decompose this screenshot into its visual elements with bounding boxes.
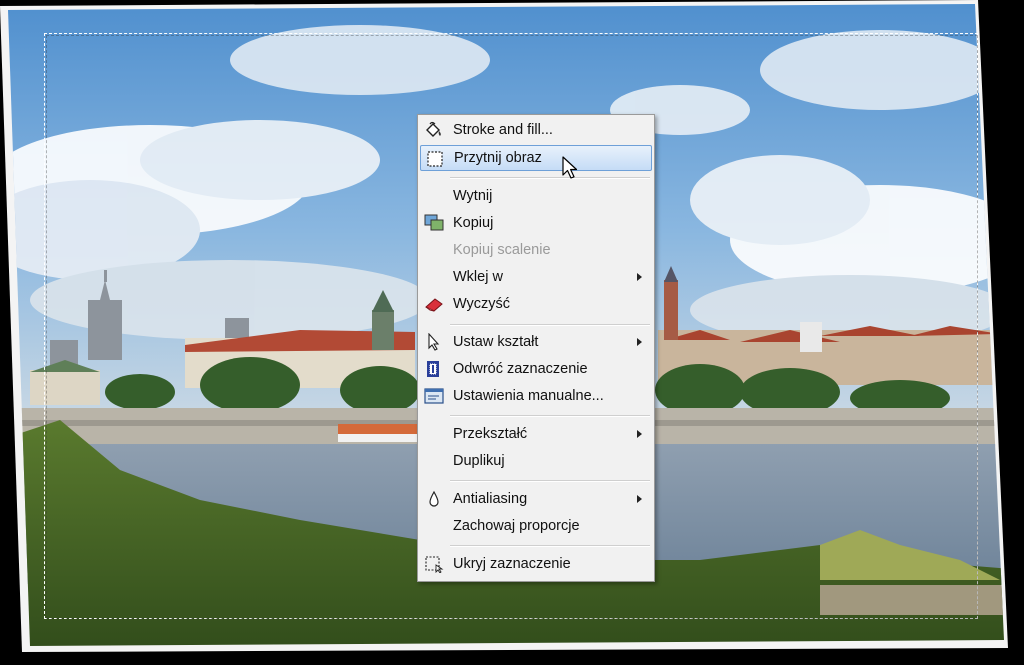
menu-item-label: Kopiuj scalenie [453, 242, 551, 258]
menu-item-label: Przytnij obraz [454, 150, 542, 166]
context-menu: Stroke and fill... Przytnij obraz Wytnij… [417, 114, 655, 582]
pointer-icon [428, 333, 440, 351]
manual-settings-icon [424, 388, 444, 404]
copy-image-icon [424, 214, 444, 231]
menu-item-label: Ustaw kształt [453, 334, 539, 350]
eraser-icon [425, 298, 443, 312]
menu-item-crop-image[interactable]: Przytnij obraz [420, 145, 652, 171]
mouse-cursor-icon [562, 156, 578, 179]
menu-item-manual-settings[interactable]: Ustawienia manualne... [420, 383, 652, 409]
menu-item-clear[interactable]: Wyczyść [420, 291, 652, 317]
hide-selection-icon [425, 556, 444, 573]
menu-item-label: Wytnij [453, 188, 493, 204]
menu-item-label: Duplikuj [453, 453, 505, 469]
menu-item-label: Kopiuj [453, 215, 494, 231]
menu-item-label: Przekształć [453, 426, 528, 442]
menu-item-antialiasing[interactable]: Antialiasing [420, 486, 652, 512]
menu-item-copy[interactable]: Kopiuj [420, 210, 652, 236]
menu-item-label: Wyczyść [453, 296, 511, 312]
menu-item-transform[interactable]: Przekształć [420, 421, 652, 447]
menu-item-label: Odwróć zaznaczenie [453, 361, 588, 377]
submenu-arrow-icon [637, 430, 642, 438]
menu-item-cut[interactable]: Wytnij [420, 183, 652, 209]
submenu-arrow-icon [637, 273, 642, 281]
menu-separator [450, 177, 650, 179]
menu-separator [450, 324, 650, 326]
droplet-icon [429, 490, 439, 507]
menu-item-duplicate[interactable]: Duplikuj [420, 448, 652, 474]
menu-item-label: Wklej w [453, 269, 503, 285]
menu-separator [450, 415, 650, 417]
menu-item-invert-selection[interactable]: Odwróć zaznaczenie [420, 356, 652, 382]
menu-item-copy-merged[interactable]: Kopiuj scalenie [420, 237, 652, 263]
menu-separator [450, 545, 650, 547]
menu-item-label: Antialiasing [453, 491, 528, 507]
menu-item-label: Ukryj zaznaczenie [453, 556, 571, 572]
submenu-arrow-icon [637, 338, 642, 346]
menu-item-set-shape[interactable]: Ustaw kształt [420, 329, 652, 355]
paint-bucket-icon [426, 121, 441, 137]
menu-item-label: Ustawienia manualne... [453, 388, 604, 404]
menu-separator [450, 480, 650, 482]
menu-item-hide-selection[interactable]: Ukryj zaznaczenie [420, 551, 652, 577]
menu-item-label: Stroke and fill... [453, 122, 553, 138]
menu-item-paste-into[interactable]: Wklej w [420, 264, 652, 290]
crop-selection-icon [427, 151, 443, 167]
menu-item-keep-proportions[interactable]: Zachowaj proporcje [420, 513, 652, 539]
invert-selection-icon [427, 361, 439, 377]
submenu-arrow-icon [637, 495, 642, 503]
menu-item-stroke-and-fill[interactable]: Stroke and fill... [420, 117, 652, 143]
menu-item-label: Zachowaj proporcje [453, 518, 580, 534]
